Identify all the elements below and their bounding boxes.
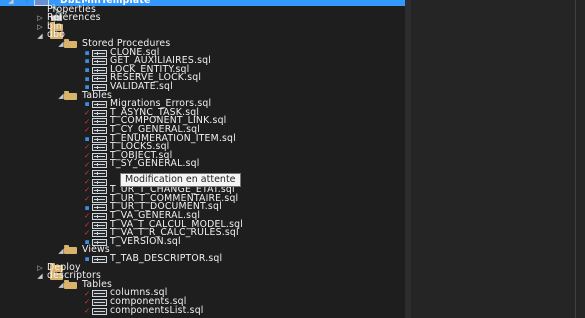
tree-file-item[interactable]: ▪ T_ENUMERATION_ITEM.sql xyxy=(0,134,405,144)
pending-check-icon: ✓ xyxy=(84,305,91,315)
sql-icon xyxy=(92,256,107,263)
lock-icon: ▪ xyxy=(84,65,90,75)
sql-icon xyxy=(92,109,107,117)
expand-arrow-icon[interactable]: ◢ xyxy=(36,272,44,280)
pending-check-icon: ✓ xyxy=(84,194,91,204)
collapsed-arrow-icon[interactable]: ▷ xyxy=(36,23,44,31)
tree-file-item[interactable]: ✓ T_LOCKS.sql xyxy=(0,142,405,152)
editor-area xyxy=(411,0,585,318)
tree-file-item[interactable]: ▪ RESERVE_LOCK.sql xyxy=(0,73,405,83)
folder-icon xyxy=(64,245,77,255)
tree-folder-item[interactable]: ◢ Stored Procedures xyxy=(0,39,405,49)
expand-arrow-icon[interactable]: ◢ xyxy=(7,0,15,5)
tree-file-item[interactable]: ✓ componentsList.sql xyxy=(0,304,405,316)
tree-item-label: componentsList.sql xyxy=(110,304,204,316)
tree-folder-item[interactable]: ◢ descriptors xyxy=(0,271,405,281)
sql-icon xyxy=(92,66,107,74)
tree-file-item[interactable]: ✓ T_SY_GENERAL.sql xyxy=(0,158,405,170)
pending-change-tooltip: Modification en attente xyxy=(120,173,241,187)
tree-file-item[interactable]: ✓ T_OBJECT.sql xyxy=(0,151,405,161)
lock-icon: ▪ xyxy=(24,0,30,6)
sql-icon xyxy=(92,204,107,212)
sql-icon xyxy=(92,127,107,134)
sql-icon xyxy=(92,161,107,169)
collapsed-arrow-icon[interactable]: ▷ xyxy=(36,264,44,272)
tree-item-label: T_VERSION.sql xyxy=(110,235,181,247)
sql-icon xyxy=(92,118,107,126)
sql-icon xyxy=(92,170,107,177)
tree-file-item[interactable]: ▪ Migrations_Errors.sql xyxy=(0,99,405,109)
sql-icon xyxy=(92,135,107,143)
folder-icon xyxy=(64,39,77,48)
pending-check-icon: ✓ xyxy=(84,108,91,118)
folder-icon xyxy=(64,90,77,100)
sql-icon xyxy=(92,101,107,109)
sql-icon xyxy=(92,152,107,160)
solution-explorer-tree: ◢ ▪ DbEMinTemplate 🔧 Properties ▷ ■■ Références… xyxy=(0,0,405,318)
collapsed-arrow-icon[interactable]: ▷ xyxy=(36,14,44,22)
sql-icon xyxy=(92,187,107,195)
expand-arrow-icon[interactable]: ◢ xyxy=(36,32,44,40)
tree-item-label: T_TAB_DESCRIPTOR.sql xyxy=(110,253,223,264)
tree-file-item[interactable]: ▪ GET_AUXILIAIRES.sql xyxy=(0,56,405,66)
tree-item-label: dbo xyxy=(47,29,66,41)
sql-icon xyxy=(92,75,107,83)
sql-icon xyxy=(92,213,107,220)
sql-icon xyxy=(92,144,107,152)
editor-vertical-line xyxy=(575,0,576,318)
sql-icon xyxy=(92,195,107,203)
json-icon xyxy=(92,290,107,298)
tree-item-label: VALIDATE.sql xyxy=(110,81,173,92)
sql-icon xyxy=(92,221,107,229)
lock-icon: ▪ xyxy=(84,254,90,264)
sql-icon xyxy=(92,178,107,186)
sql-icon xyxy=(92,58,107,66)
pending-check-icon: ✓ xyxy=(84,151,91,161)
sql-icon xyxy=(92,49,107,57)
sql-icon xyxy=(92,230,107,238)
tree-file-item[interactable]: ✓ T_VA_T_R_CALC_RULES.sql xyxy=(0,228,405,238)
tree-folder-item[interactable]: ◢ Tables xyxy=(0,279,405,290)
tree-file-item[interactable]: ▪ T_VERSION.sql xyxy=(0,235,405,247)
tree-folder-item[interactable]: ◢ dbo xyxy=(0,29,405,41)
folder-icon xyxy=(64,279,77,289)
json-icon xyxy=(92,299,107,306)
tree-item-label: T_SY_GENERAL.sql xyxy=(110,158,200,170)
json-icon xyxy=(92,307,107,315)
tree-file-item[interactable]: ✓ T_COMPONENT_LINK.sql xyxy=(0,116,405,126)
tree-file-item[interactable]: ▪ VALIDATE.sql xyxy=(0,81,405,92)
tree-file-item[interactable]: ✓ columns.sql xyxy=(0,288,405,298)
tree-file-item[interactable]: ▪ T_UR_T_DOCUMENT.sql xyxy=(0,202,405,212)
tree-file-item[interactable]: ▪ LOCK_ENTITY.sql xyxy=(0,65,405,75)
